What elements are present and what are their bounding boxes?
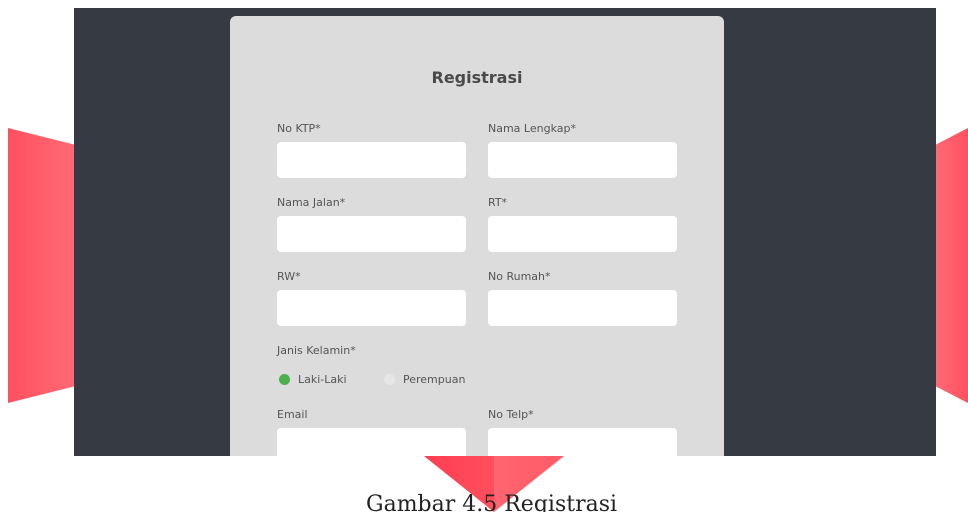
email-input[interactable] <box>277 428 466 456</box>
no-telp-input[interactable] <box>488 428 677 456</box>
no-ktp-label: No KTP* <box>277 122 321 135</box>
form-title: Registrasi <box>431 68 523 87</box>
radio-perempuan-label: Perempuan <box>403 373 466 386</box>
rw-input[interactable] <box>277 290 466 326</box>
no-ktp-input[interactable] <box>277 142 466 178</box>
decorative-ribbon-left <box>8 128 74 403</box>
radio-unselected-icon <box>384 374 395 385</box>
no-rumah-input[interactable] <box>488 290 677 326</box>
no-telp-label: No Telp* <box>488 408 534 421</box>
no-rumah-label: No Rumah* <box>488 270 551 283</box>
radio-selected-icon <box>279 374 290 385</box>
email-label: Email <box>277 408 308 421</box>
nama-lengkap-input[interactable] <box>488 142 677 178</box>
decorative-ribbon-right <box>936 128 968 403</box>
gender-label: Janis Kelamin* <box>277 344 356 357</box>
registration-card: Registrasi No KTP* Nama Lengkap* Nama Ja… <box>230 16 724 456</box>
radio-perempuan[interactable]: Perempuan <box>384 373 465 386</box>
rt-input[interactable] <box>488 216 677 252</box>
rt-label: RT* <box>488 196 508 209</box>
nama-lengkap-label: Nama Lengkap* <box>488 122 576 135</box>
nama-jalan-input[interactable] <box>277 216 466 252</box>
figure-caption: Gambar 4.5 Registrasi <box>366 492 618 512</box>
radio-laki-laki-label: Laki-Laki <box>298 373 347 386</box>
page-background: Registrasi No KTP* Nama Lengkap* Nama Ja… <box>74 8 936 456</box>
nama-jalan-label: Nama Jalan* <box>277 196 346 209</box>
radio-laki-laki[interactable]: Laki-Laki <box>279 373 347 386</box>
rw-label: RW* <box>277 270 301 283</box>
